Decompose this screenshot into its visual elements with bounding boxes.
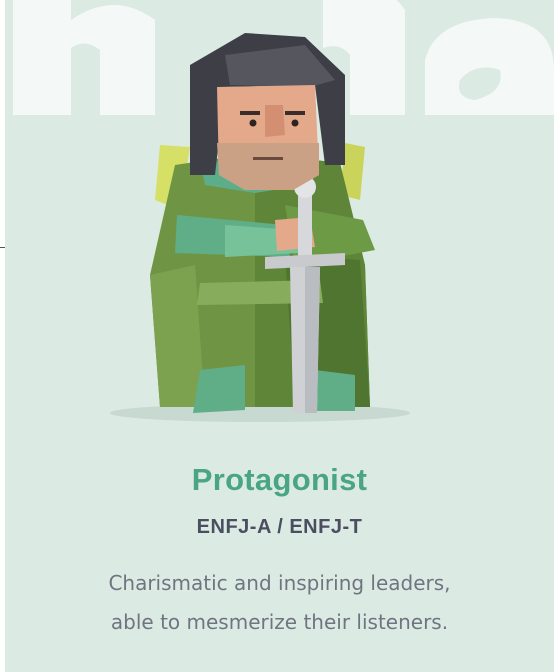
personality-card[interactable]: Protagonist ENFJ-A / ENFJ-T Charismatic … bbox=[5, 0, 554, 672]
personality-title: Protagonist bbox=[191, 462, 368, 497]
personality-description: Charismatic and inspiring leaders, able … bbox=[5, 564, 554, 642]
description-line: able to mesmerize their listeners. bbox=[110, 610, 449, 634]
description-line: Charismatic and inspiring leaders, bbox=[108, 571, 451, 595]
protagonist-character-illustration bbox=[110, 33, 410, 422]
personality-type-code: ENFJ-A / ENFJ-T bbox=[196, 516, 363, 538]
